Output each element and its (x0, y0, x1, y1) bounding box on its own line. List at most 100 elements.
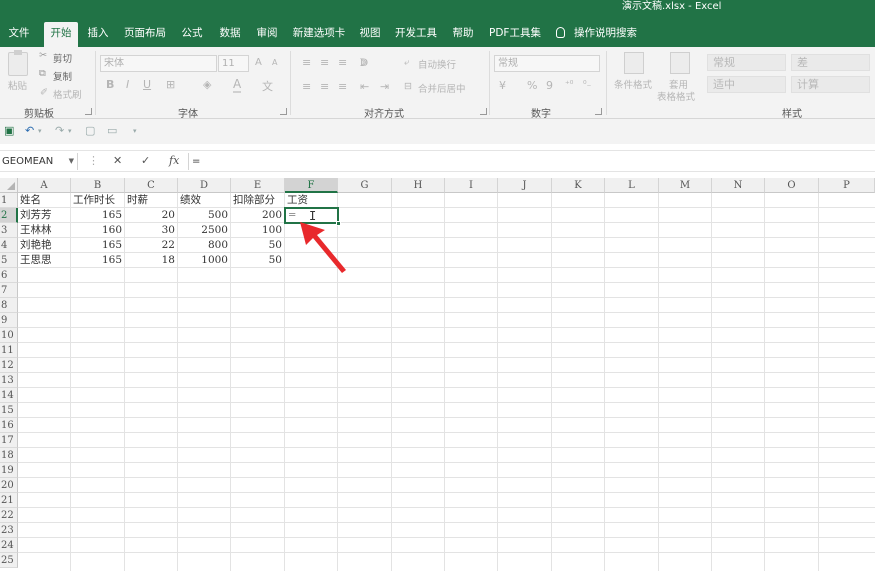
format-painter-button[interactable]: 格式刷 (53, 87, 82, 101)
tab-developer[interactable]: 开发工具 (391, 20, 441, 46)
copy-button[interactable]: 复制 (53, 69, 72, 83)
column-header-c[interactable]: C (125, 178, 178, 193)
align-middle-icon[interactable]: ≡ (320, 56, 329, 69)
row-header-5[interactable]: 5 (0, 253, 18, 268)
cut-button[interactable]: 剪切 (53, 51, 72, 65)
cell-a5[interactable]: 王思思 (18, 253, 71, 268)
redo-icon[interactable]: ↷ (55, 124, 64, 137)
table-format-line2[interactable]: 表格格式 (657, 89, 695, 103)
align-right-icon[interactable]: ≡ (338, 80, 347, 93)
fill-handle[interactable] (336, 221, 341, 226)
column-header-p[interactable]: P (819, 178, 875, 193)
row-header-15[interactable]: 15 (0, 403, 18, 418)
percent-button[interactable]: % (527, 79, 537, 92)
tab-page-layout[interactable]: 页面布局 (120, 20, 170, 46)
table-format-icon[interactable] (670, 52, 690, 74)
row-header-3[interactable]: 3 (0, 223, 18, 238)
cell-b3[interactable]: 160 (71, 223, 124, 238)
row-header-7[interactable]: 7 (0, 283, 18, 298)
column-header-g[interactable]: G (338, 178, 392, 193)
row-header-24[interactable]: 24 (0, 538, 18, 553)
font-color-button[interactable]: A (233, 77, 242, 93)
cell-d3[interactable]: 2500 (178, 223, 230, 238)
cell-e1[interactable]: 扣除部分 (231, 193, 285, 208)
undo-icon[interactable]: ↶ (25, 124, 34, 137)
column-header-o[interactable]: O (765, 178, 819, 193)
name-box[interactable]: GEOMEAN ▼ (0, 153, 78, 170)
row-header-18[interactable]: 18 (0, 448, 18, 463)
row-header-4[interactable]: 4 (0, 238, 18, 253)
tab-help[interactable]: 帮助 (447, 20, 479, 46)
conditional-format-icon[interactable] (624, 52, 644, 74)
row-header-10[interactable]: 10 (0, 328, 18, 343)
alignment-launcher-icon[interactable] (480, 108, 487, 115)
row-header-17[interactable]: 17 (0, 433, 18, 448)
cell-b2[interactable]: 165 (71, 208, 124, 223)
cell-b1[interactable]: 工作时长 (71, 193, 125, 208)
column-header-f[interactable]: F (285, 178, 338, 193)
align-left-icon[interactable]: ≡ (302, 80, 311, 93)
select-all-button[interactable] (0, 178, 18, 193)
number-format-select[interactable]: 常规 (494, 55, 600, 72)
row-header-6[interactable]: 6 (0, 268, 18, 283)
tab-insert[interactable]: 插入 (82, 20, 114, 46)
column-header-a[interactable]: A (18, 178, 71, 193)
style-bad[interactable]: 差 (791, 54, 870, 71)
cell-a1[interactable]: 姓名 (18, 193, 71, 208)
cell-c5[interactable]: 18 (125, 253, 177, 268)
font-name-select[interactable]: 宋体 (100, 55, 217, 72)
row-header-14[interactable]: 14 (0, 388, 18, 403)
column-header-h[interactable]: H (392, 178, 445, 193)
column-header-d[interactable]: D (178, 178, 231, 193)
row-header-9[interactable]: 9 (0, 313, 18, 328)
chevron-down-icon[interactable]: ▼ (69, 153, 74, 170)
column-header-i[interactable]: I (445, 178, 498, 193)
paste-icon[interactable] (8, 50, 28, 76)
column-header-m[interactable]: M (659, 178, 712, 193)
tab-view[interactable]: 视图 (355, 20, 385, 46)
row-header-13[interactable]: 13 (0, 373, 18, 388)
row-header-2[interactable]: 2 (0, 208, 18, 223)
cell-d2[interactable]: 500 (178, 208, 230, 223)
customize-qat-icon[interactable]: ▾ (133, 127, 137, 135)
row-header-1[interactable]: 1 (0, 193, 18, 208)
cell-a3[interactable]: 王林林 (18, 223, 71, 238)
column-header-l[interactable]: L (605, 178, 659, 193)
number-launcher-icon[interactable] (595, 108, 602, 115)
font-launcher-icon[interactable] (280, 108, 287, 115)
fill-color-icon[interactable]: ◈ (203, 78, 211, 91)
orientation-icon[interactable]: ↇ (360, 56, 368, 70)
row-header-20[interactable]: 20 (0, 478, 18, 493)
italic-button[interactable]: I (126, 78, 129, 91)
row-header-25[interactable]: 25 (0, 553, 18, 568)
column-header-n[interactable]: N (712, 178, 765, 193)
cell-e5[interactable]: 50 (231, 253, 284, 268)
shrink-font-button[interactable]: A (272, 58, 277, 67)
currency-icon[interactable]: ¥ (499, 79, 506, 92)
enter-button[interactable]: ✓ (141, 154, 150, 167)
cell-b4[interactable]: 165 (71, 238, 124, 253)
clipboard-launcher-icon[interactable] (85, 108, 92, 115)
cancel-button[interactable]: ✕ (113, 154, 122, 167)
row-header-8[interactable]: 8 (0, 298, 18, 313)
cell-d4[interactable]: 800 (178, 238, 230, 253)
new-file-icon[interactable]: ▢ (85, 124, 95, 137)
outdent-icon[interactable]: ⇥ (380, 80, 389, 93)
cell-a4[interactable]: 刘艳艳 (18, 238, 71, 253)
row-header-21[interactable]: 21 (0, 493, 18, 508)
phonetic-icon[interactable]: 文 (262, 78, 273, 94)
tab-formulas[interactable]: 公式 (176, 20, 208, 46)
column-header-j[interactable]: J (498, 178, 552, 193)
worksheet-grid[interactable]: A B C D E F G H I J K L M N O P 1 2 3 4 … (0, 178, 875, 571)
underline-button[interactable]: U (143, 78, 151, 91)
style-normal[interactable]: 常规 (707, 54, 786, 71)
row-header-23[interactable]: 23 (0, 523, 18, 538)
font-size-select[interactable]: 11 (218, 55, 249, 72)
row-header-11[interactable]: 11 (0, 343, 18, 358)
bold-button[interactable]: B (106, 78, 114, 91)
insert-function-button[interactable]: fx (169, 154, 179, 167)
cell-f1[interactable]: 工资 (285, 193, 338, 208)
tab-file[interactable]: 文件 (0, 20, 38, 46)
cell-c2[interactable]: 20 (125, 208, 177, 223)
tab-new[interactable]: 新建选项卡 (289, 20, 349, 46)
